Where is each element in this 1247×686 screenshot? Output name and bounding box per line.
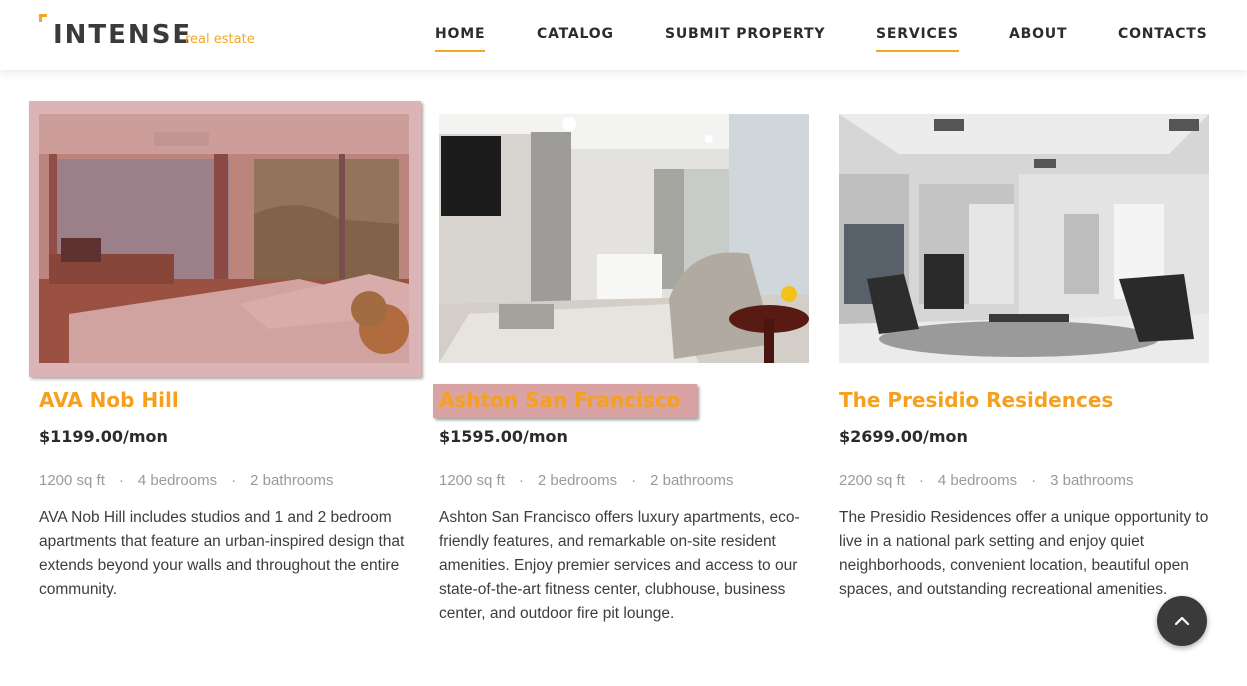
- nav-active-underline: [876, 50, 959, 52]
- listing-bedrooms: 4 bedrooms: [937, 472, 1018, 489]
- image-tint: [39, 114, 409, 363]
- nav-item-home[interactable]: HOME: [435, 26, 486, 52]
- listing-price: $2699.00/mon: [839, 427, 968, 446]
- listing-area: 2200 sq ft: [839, 472, 905, 489]
- listing-bedrooms: 4 bedrooms: [137, 472, 218, 489]
- nav-item-label: ABOUT: [1009, 26, 1068, 42]
- listing-bedrooms: 2 bedrooms: [537, 472, 618, 489]
- spec-separator: ·: [118, 472, 124, 489]
- main-nav: HOME CATALOG SUBMIT PROPERTY SERVICES AB…: [0, 26, 1247, 56]
- spec-separator: ·: [231, 472, 237, 489]
- listing-area: 1200 sq ft: [439, 472, 505, 489]
- back-to-top-button[interactable]: [1157, 596, 1207, 646]
- nav-active-underline: [435, 50, 486, 52]
- listing-title[interactable]: The Presidio Residences: [839, 388, 1113, 412]
- living-room-photo-icon: [439, 114, 809, 363]
- listing-specs: 1200 sq ft · 4 bedrooms · 2 bathrooms: [39, 472, 334, 489]
- lounge-photo-icon: [839, 114, 1209, 363]
- listing-image-living-room[interactable]: [439, 114, 809, 363]
- spec-separator: ·: [631, 472, 637, 489]
- nav-item-contacts[interactable]: CONTACTS: [1118, 26, 1208, 42]
- nav-item-label: CONTACTS: [1118, 26, 1208, 42]
- nav-item-about[interactable]: ABOUT: [1009, 26, 1067, 42]
- listing-specs: 2200 sq ft · 4 bedrooms · 3 bathrooms: [839, 472, 1134, 489]
- listing-description: AVA Nob Hill includes studios and 1 and …: [39, 509, 405, 598]
- listing-price: $1595.00/mon: [439, 427, 568, 446]
- spec-separator: ·: [918, 472, 924, 489]
- listing-price: $1199.00/mon: [39, 427, 168, 446]
- listing-image-lounge[interactable]: [839, 114, 1209, 363]
- spec-separator: ·: [518, 472, 524, 489]
- nav-item-services[interactable]: SERVICES: [876, 26, 959, 52]
- nav-item-label: HOME: [435, 26, 486, 42]
- nav-item-label: SUBMIT PROPERTY: [665, 26, 826, 42]
- listing-bathrooms: 2 bathrooms: [250, 472, 334, 489]
- chevron-up-icon: [1174, 616, 1190, 626]
- spec-separator: ·: [1031, 472, 1037, 489]
- site-header: INTENSE real estate HOME CATALOG SUBMIT …: [0, 0, 1247, 70]
- listing-description: The Presidio Residences offer a unique o…: [839, 509, 1209, 598]
- listing-bathrooms: 2 bathrooms: [650, 472, 734, 489]
- listing-bathrooms: 3 bathrooms: [1050, 472, 1134, 489]
- listing-image-bedroom[interactable]: [39, 114, 409, 363]
- nav-item-catalog[interactable]: CATALOG: [537, 26, 614, 42]
- listing-title[interactable]: Ashton San Francisco: [439, 388, 680, 412]
- listing-specs: 1200 sq ft · 2 bedrooms · 2 bathrooms: [439, 472, 734, 489]
- nav-item-label: CATALOG: [537, 26, 614, 42]
- nav-item-submit-property[interactable]: SUBMIT PROPERTY: [665, 26, 825, 42]
- listing-title[interactable]: AVA Nob Hill: [39, 388, 179, 412]
- listing-area: 1200 sq ft: [39, 472, 105, 489]
- nav-item-label: SERVICES: [876, 26, 959, 42]
- listing-description: Ashton San Francisco offers luxury apart…: [439, 509, 800, 622]
- logo-corner-mark: [39, 14, 47, 22]
